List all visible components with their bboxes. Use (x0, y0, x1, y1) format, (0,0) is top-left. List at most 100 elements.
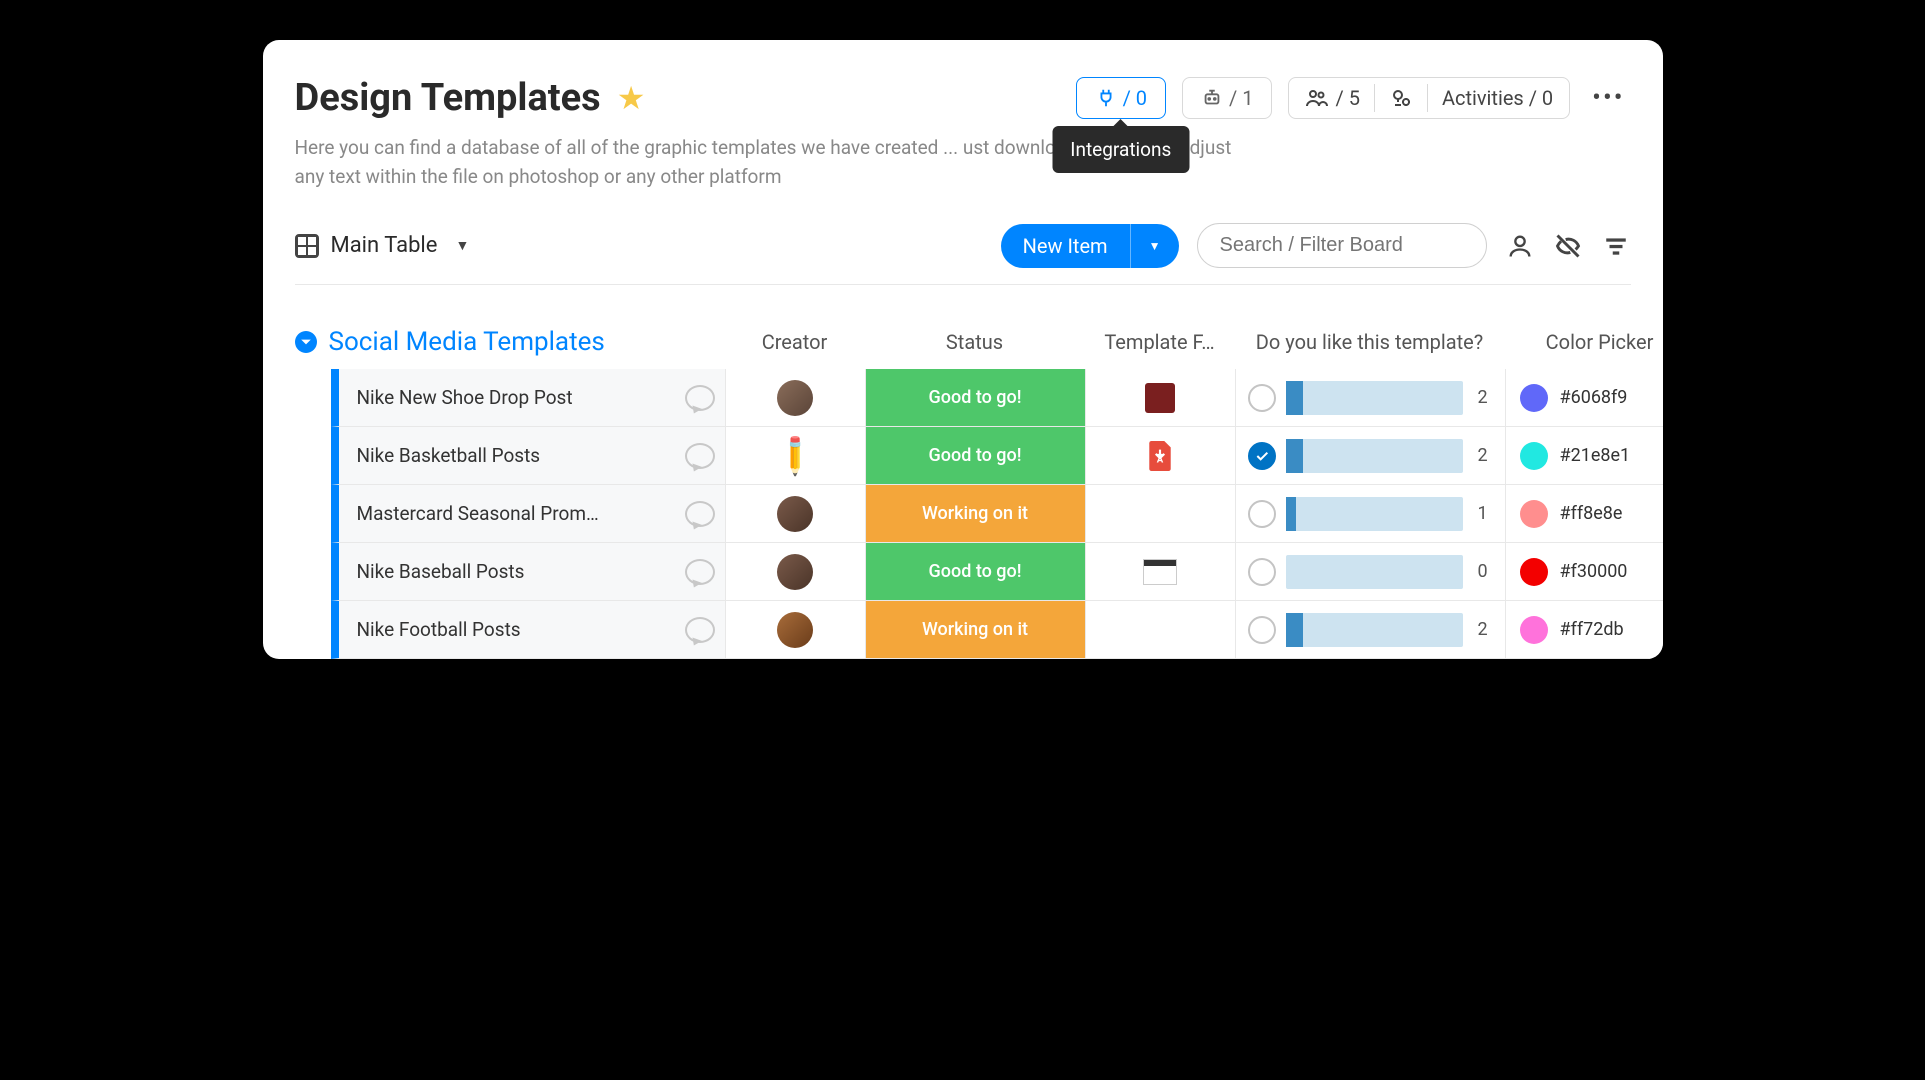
vote-bar-fill (1286, 497, 1297, 531)
chevron-down-icon: ▼ (455, 237, 469, 254)
color-cell[interactable]: #f30000 (1505, 543, 1663, 601)
color-cell[interactable]: #21e8e1 (1505, 427, 1663, 485)
item-name: Mastercard Seasonal Prom… (357, 502, 671, 525)
vote-toggle[interactable] (1248, 558, 1276, 586)
members-count: / 5 (1335, 86, 1359, 110)
item-name-cell[interactable]: Mastercard Seasonal Prom… (331, 485, 725, 543)
vote-bar (1286, 381, 1463, 415)
status-cell[interactable]: Good to go! (865, 427, 1085, 485)
column-header-color[interactable]: Color Picker (1505, 330, 1663, 354)
vote-bar (1286, 439, 1463, 473)
chat-bubble-icon[interactable] (685, 443, 715, 469)
avatar (777, 380, 813, 416)
table-row[interactable]: Nike Baseball Posts Good to go! 0 #f30000 (295, 543, 1631, 601)
color-cell[interactable]: #ff8e8e (1505, 485, 1663, 543)
integrations-button[interactable]: / 0 Integrations (1076, 77, 1166, 119)
vote-cell[interactable]: 0 (1235, 543, 1505, 601)
filter-icon[interactable] (1601, 231, 1631, 261)
status-cell[interactable]: Good to go! (865, 543, 1085, 601)
vote-toggle[interactable] (1248, 500, 1276, 528)
new-item-dropdown[interactable]: ▼ (1130, 224, 1179, 268)
permissions-button[interactable] (1389, 86, 1413, 110)
new-item-button[interactable]: New Item ▼ (1001, 224, 1179, 268)
group-title[interactable]: Social Media Templates (329, 327, 605, 357)
vote-bar-fill (1286, 613, 1304, 647)
creator-cell[interactable] (725, 369, 865, 427)
chat-bubble-icon[interactable] (685, 617, 715, 643)
color-swatch (1520, 558, 1548, 586)
view-name: Main Table (331, 233, 438, 258)
vote-cell[interactable]: 2 (1235, 601, 1505, 659)
integrations-tooltip: Integrations (1052, 126, 1189, 173)
plug-icon (1095, 87, 1117, 109)
table-row[interactable]: Nike Basketball Posts✏️Good to go!A2#21e… (295, 427, 1631, 485)
item-name-cell[interactable]: Nike New Shoe Drop Post (331, 369, 725, 427)
vote-toggle[interactable] (1248, 384, 1276, 412)
item-name-cell[interactable]: Nike Football Posts (331, 601, 725, 659)
creator-cell[interactable] (725, 543, 865, 601)
chat-bubble-icon[interactable] (685, 501, 715, 527)
vote-toggle[interactable] (1248, 616, 1276, 644)
item-name-cell[interactable]: Nike Basketball Posts (331, 427, 725, 485)
column-header-status[interactable]: Status (865, 330, 1085, 354)
group-header-row: Social Media Templates Creator Status Te… (295, 327, 1631, 369)
people-icon (1305, 86, 1329, 110)
status-cell[interactable]: Good to go! (865, 369, 1085, 427)
creator-cell[interactable]: ✏️ (725, 427, 865, 485)
person-filter-icon[interactable] (1505, 231, 1535, 261)
column-header-file[interactable]: Template F… (1085, 330, 1235, 354)
view-selector[interactable]: Main Table ▼ (295, 233, 470, 258)
vote-count: 2 (1473, 619, 1493, 640)
vote-count: 0 (1473, 561, 1493, 582)
search-input[interactable] (1197, 223, 1487, 268)
file-cell[interactable] (1085, 485, 1235, 543)
avatar (777, 554, 813, 590)
star-icon[interactable]: ★ (617, 79, 646, 117)
vote-bar-fill (1286, 381, 1304, 415)
color-swatch (1520, 384, 1548, 412)
vote-cell[interactable]: 2 (1235, 427, 1505, 485)
more-menu-icon[interactable]: ••• (1586, 83, 1630, 113)
vote-bar (1286, 613, 1463, 647)
table-row[interactable]: Mastercard Seasonal Prom…Working on it1#… (295, 485, 1631, 543)
vote-bar (1286, 555, 1463, 589)
color-cell[interactable]: #6068f9 (1505, 369, 1663, 427)
group-section: Social Media Templates Creator Status Te… (295, 327, 1631, 659)
color-swatch (1520, 442, 1548, 470)
color-swatch (1520, 616, 1548, 644)
item-name-cell[interactable]: Nike Baseball Posts (331, 543, 725, 601)
chat-bubble-icon[interactable] (685, 559, 715, 585)
column-header-vote[interactable]: Do you like this template? (1235, 330, 1505, 354)
file-cell[interactable]: A (1085, 427, 1235, 485)
automations-button[interactable]: / 1 (1182, 77, 1272, 119)
board-toolbar: Main Table ▼ New Item ▼ (295, 223, 1631, 285)
creator-cell[interactable] (725, 485, 865, 543)
chat-bubble-icon[interactable] (685, 385, 715, 411)
item-name: Nike New Shoe Drop Post (357, 386, 671, 409)
vote-toggle[interactable] (1248, 442, 1276, 470)
column-header-creator[interactable]: Creator (725, 330, 865, 354)
status-cell[interactable]: Working on it (865, 601, 1085, 659)
image-thumbnail-icon (1145, 383, 1175, 413)
activities-button[interactable]: Activities / 0 (1442, 86, 1553, 110)
members-button[interactable]: / 5 (1305, 86, 1359, 110)
vote-cell[interactable]: 1 (1235, 485, 1505, 543)
table-row[interactable]: Nike Football Posts Working on it 2 #ff72db (295, 601, 1631, 659)
file-cell[interactable] (1085, 601, 1235, 659)
chevron-down-icon: ▼ (1149, 239, 1161, 253)
color-cell[interactable]: #ff72db (1505, 601, 1663, 659)
color-hex-label: #ff72db (1560, 619, 1624, 640)
hide-icon[interactable] (1553, 231, 1583, 261)
table-row[interactable]: Nike New Shoe Drop PostGood to go!2#6068… (295, 369, 1631, 427)
creator-cell[interactable] (725, 601, 865, 659)
svg-text:A: A (1157, 454, 1164, 465)
collapse-group-icon[interactable] (295, 331, 317, 353)
status-cell[interactable]: Working on it (865, 485, 1085, 543)
vote-bar (1286, 497, 1463, 531)
color-hex-label: #f30000 (1560, 561, 1628, 582)
robot-icon (1201, 87, 1223, 109)
item-name: Nike Basketball Posts (357, 444, 671, 467)
file-cell[interactable] (1085, 543, 1235, 601)
file-cell[interactable] (1085, 369, 1235, 427)
vote-cell[interactable]: 2 (1235, 369, 1505, 427)
